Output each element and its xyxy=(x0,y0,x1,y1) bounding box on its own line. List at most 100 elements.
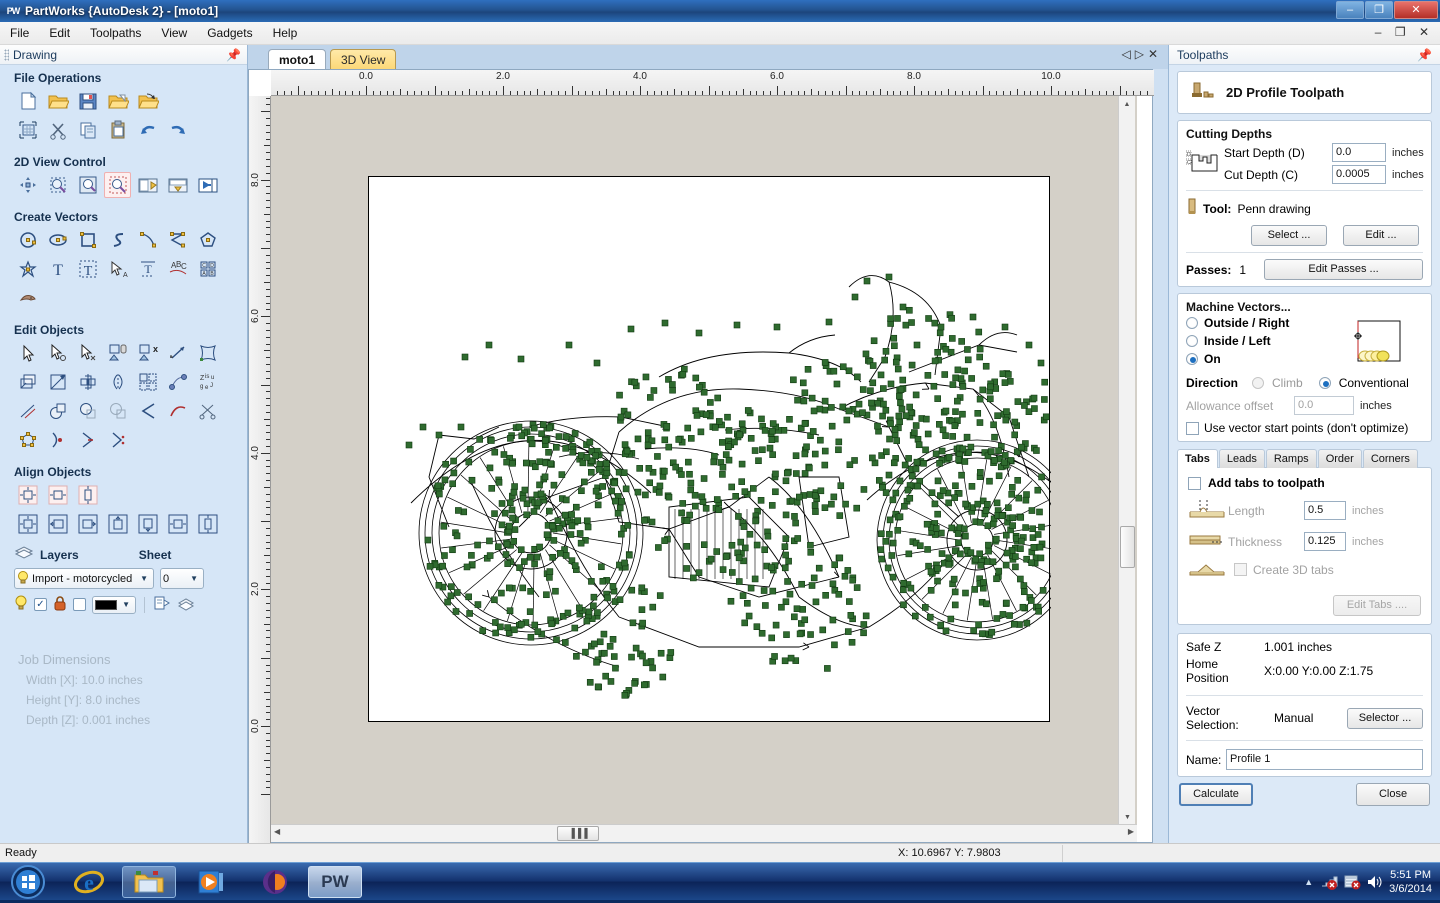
select-arrow-icon[interactable] xyxy=(14,340,41,366)
align-vertical-page-icon[interactable] xyxy=(74,482,101,508)
minimize-button[interactable]: – xyxy=(1336,1,1364,19)
align-horizontal-page-icon[interactable] xyxy=(44,482,71,508)
draw-polygon-line-icon[interactable] xyxy=(164,227,191,253)
tool-edit-button[interactable]: Edit ... xyxy=(1343,225,1419,246)
align-center-h-icon[interactable] xyxy=(164,511,191,537)
pin-icon[interactable]: 📌 xyxy=(1417,48,1432,62)
drag-grip-icon[interactable] xyxy=(4,48,9,61)
zoom-extents-icon[interactable] xyxy=(74,172,101,198)
drawing-canvas[interactable] xyxy=(271,96,1137,826)
move-start-point-icon[interactable] xyxy=(104,427,131,453)
add-tabs-checkbox[interactable] xyxy=(1188,476,1201,490)
windows-start-orb-icon[interactable] xyxy=(4,864,52,900)
redo-icon[interactable] xyxy=(164,117,191,143)
selector-button[interactable]: Selector ... xyxy=(1347,707,1423,729)
transform-icon[interactable] xyxy=(74,340,101,366)
node-edit-icon[interactable] xyxy=(44,340,71,366)
draw-star-icon[interactable] xyxy=(14,256,41,282)
taskbar-windows-media-player[interactable] xyxy=(184,866,238,898)
align-center-selection-icon[interactable] xyxy=(14,511,41,537)
radio-on[interactable] xyxy=(1186,353,1198,365)
ungroup-icon[interactable]: x xyxy=(134,340,161,366)
layer-enabled-checkbox[interactable]: ✓ xyxy=(34,598,47,611)
tab-order[interactable]: Order xyxy=(1317,449,1362,468)
scroll-left-arrow-icon[interactable]: ◀ xyxy=(274,827,280,836)
scroll-right-arrow-icon[interactable]: ▶ xyxy=(1128,827,1134,836)
edit-passes-button[interactable]: Edit Passes ... xyxy=(1264,259,1423,280)
motorcycle-vector-drawing[interactable] xyxy=(369,177,1083,723)
toggle-top-pane-icon[interactable] xyxy=(164,172,191,198)
cut-depth-input[interactable]: 0.0005 xyxy=(1332,165,1386,184)
menu-item-edit[interactable]: Edit xyxy=(39,23,80,43)
radio-inside-left[interactable] xyxy=(1186,335,1198,347)
zoom-window-icon[interactable] xyxy=(44,172,71,198)
align-center-page-icon[interactable] xyxy=(14,482,41,508)
speaker-icon[interactable] xyxy=(1366,874,1382,890)
align-top-icon[interactable] xyxy=(104,511,131,537)
padlock-icon[interactable] xyxy=(53,595,67,614)
draw-polygon-icon[interactable] xyxy=(194,227,221,253)
text-on-curve-icon[interactable]: T xyxy=(134,256,161,282)
chevron-up-icon[interactable]: ▲ xyxy=(1304,877,1313,887)
doc-next-button[interactable]: ▷ xyxy=(1135,47,1148,61)
draw-arc-icon[interactable] xyxy=(134,227,161,253)
measure-icon[interactable] xyxy=(164,340,191,366)
toggle-left-pane-icon[interactable] xyxy=(134,172,161,198)
tab-ramps[interactable]: Ramps xyxy=(1265,449,1317,468)
job-setup-icon[interactable] xyxy=(14,117,41,143)
tab-length-input[interactable]: 0.5 xyxy=(1304,501,1346,520)
subtract-icon[interactable] xyxy=(74,398,101,424)
menu-item-help[interactable]: Help xyxy=(263,23,308,43)
open-folder-icon[interactable] xyxy=(44,88,71,114)
radio-outside-right[interactable] xyxy=(1186,317,1198,329)
text-block-icon[interactable]: CDAB xyxy=(194,256,221,282)
network-error-icon[interactable] xyxy=(1320,874,1338,890)
menu-item-view[interactable]: View xyxy=(151,23,197,43)
horizontal-scroll-thumb[interactable]: ▐▐▐ xyxy=(557,826,599,841)
new-file-icon[interactable] xyxy=(14,88,41,114)
arc-text-icon[interactable]: ABC xyxy=(164,256,191,282)
draw-circle-icon[interactable] xyxy=(14,227,41,253)
polygon-nodes-icon[interactable] xyxy=(14,427,41,453)
start-depth-input[interactable]: 0.0 xyxy=(1332,143,1386,162)
edit-tabs-button[interactable]: Edit Tabs .... xyxy=(1333,595,1421,616)
menu-item-toolpaths[interactable]: Toolpaths xyxy=(80,23,151,43)
vertical-scroll-thumb[interactable] xyxy=(1120,526,1135,568)
toolpath-name-input[interactable]: Profile 1 xyxy=(1226,749,1423,770)
distort-icon[interactable] xyxy=(194,340,221,366)
curve-fit-icon[interactable] xyxy=(164,398,191,424)
tool-select-button[interactable]: Select ... xyxy=(1251,225,1327,246)
fillet-icon[interactable] xyxy=(14,398,41,424)
copy-icon[interactable] xyxy=(74,117,101,143)
flip-icon[interactable] xyxy=(104,369,131,395)
undo-icon[interactable] xyxy=(134,117,161,143)
align-bottom-icon[interactable] xyxy=(134,511,161,537)
layer-select[interactable]: Import - motorcycled ▼ xyxy=(14,568,154,589)
canvas-horizontal-scrollbar[interactable]: ◀ ▐▐▐ ▶ xyxy=(271,824,1137,842)
horizontal-ruler[interactable]: 0.0 2.0 4.0 6.0 8.0 10.0 xyxy=(271,70,1154,96)
vertical-ruler[interactable]: 8.0 6.0 4.0 2.0 0.0 xyxy=(249,96,271,844)
radio-climb[interactable] xyxy=(1252,377,1265,389)
weld-icon[interactable] xyxy=(44,398,71,424)
maximize-button[interactable]: ❐ xyxy=(1365,1,1393,19)
doc-prev-button[interactable]: ◁ xyxy=(1121,47,1134,61)
mdi-maximize-button[interactable]: ❐ xyxy=(1395,25,1411,39)
zoom-selected-icon[interactable] xyxy=(104,172,131,198)
draw-ellipse-icon[interactable] xyxy=(44,227,71,253)
flag-error-icon[interactable] xyxy=(1343,874,1361,890)
merge-layers-icon[interactable] xyxy=(177,595,195,614)
toggle-right-pane-icon[interactable] xyxy=(194,172,221,198)
mdi-minimize-button[interactable]: – xyxy=(1375,25,1387,39)
tab-tabs[interactable]: Tabs xyxy=(1177,449,1218,468)
join-vectors-icon[interactable] xyxy=(164,369,191,395)
taskbar-file-explorer[interactable] xyxy=(122,866,176,898)
create-text-icon[interactable]: T xyxy=(44,256,71,282)
offset-icon[interactable] xyxy=(14,369,41,395)
paste-icon[interactable] xyxy=(104,117,131,143)
draw-polyline-icon[interactable] xyxy=(104,227,131,253)
menu-item-file[interactable]: File xyxy=(0,23,39,43)
sheet-select[interactable]: 0 ▼ xyxy=(160,568,204,589)
reverse-direction-icon[interactable] xyxy=(74,427,101,453)
document-tab-3d-view[interactable]: 3D View xyxy=(330,49,397,69)
layer-properties-icon[interactable] xyxy=(153,595,171,614)
